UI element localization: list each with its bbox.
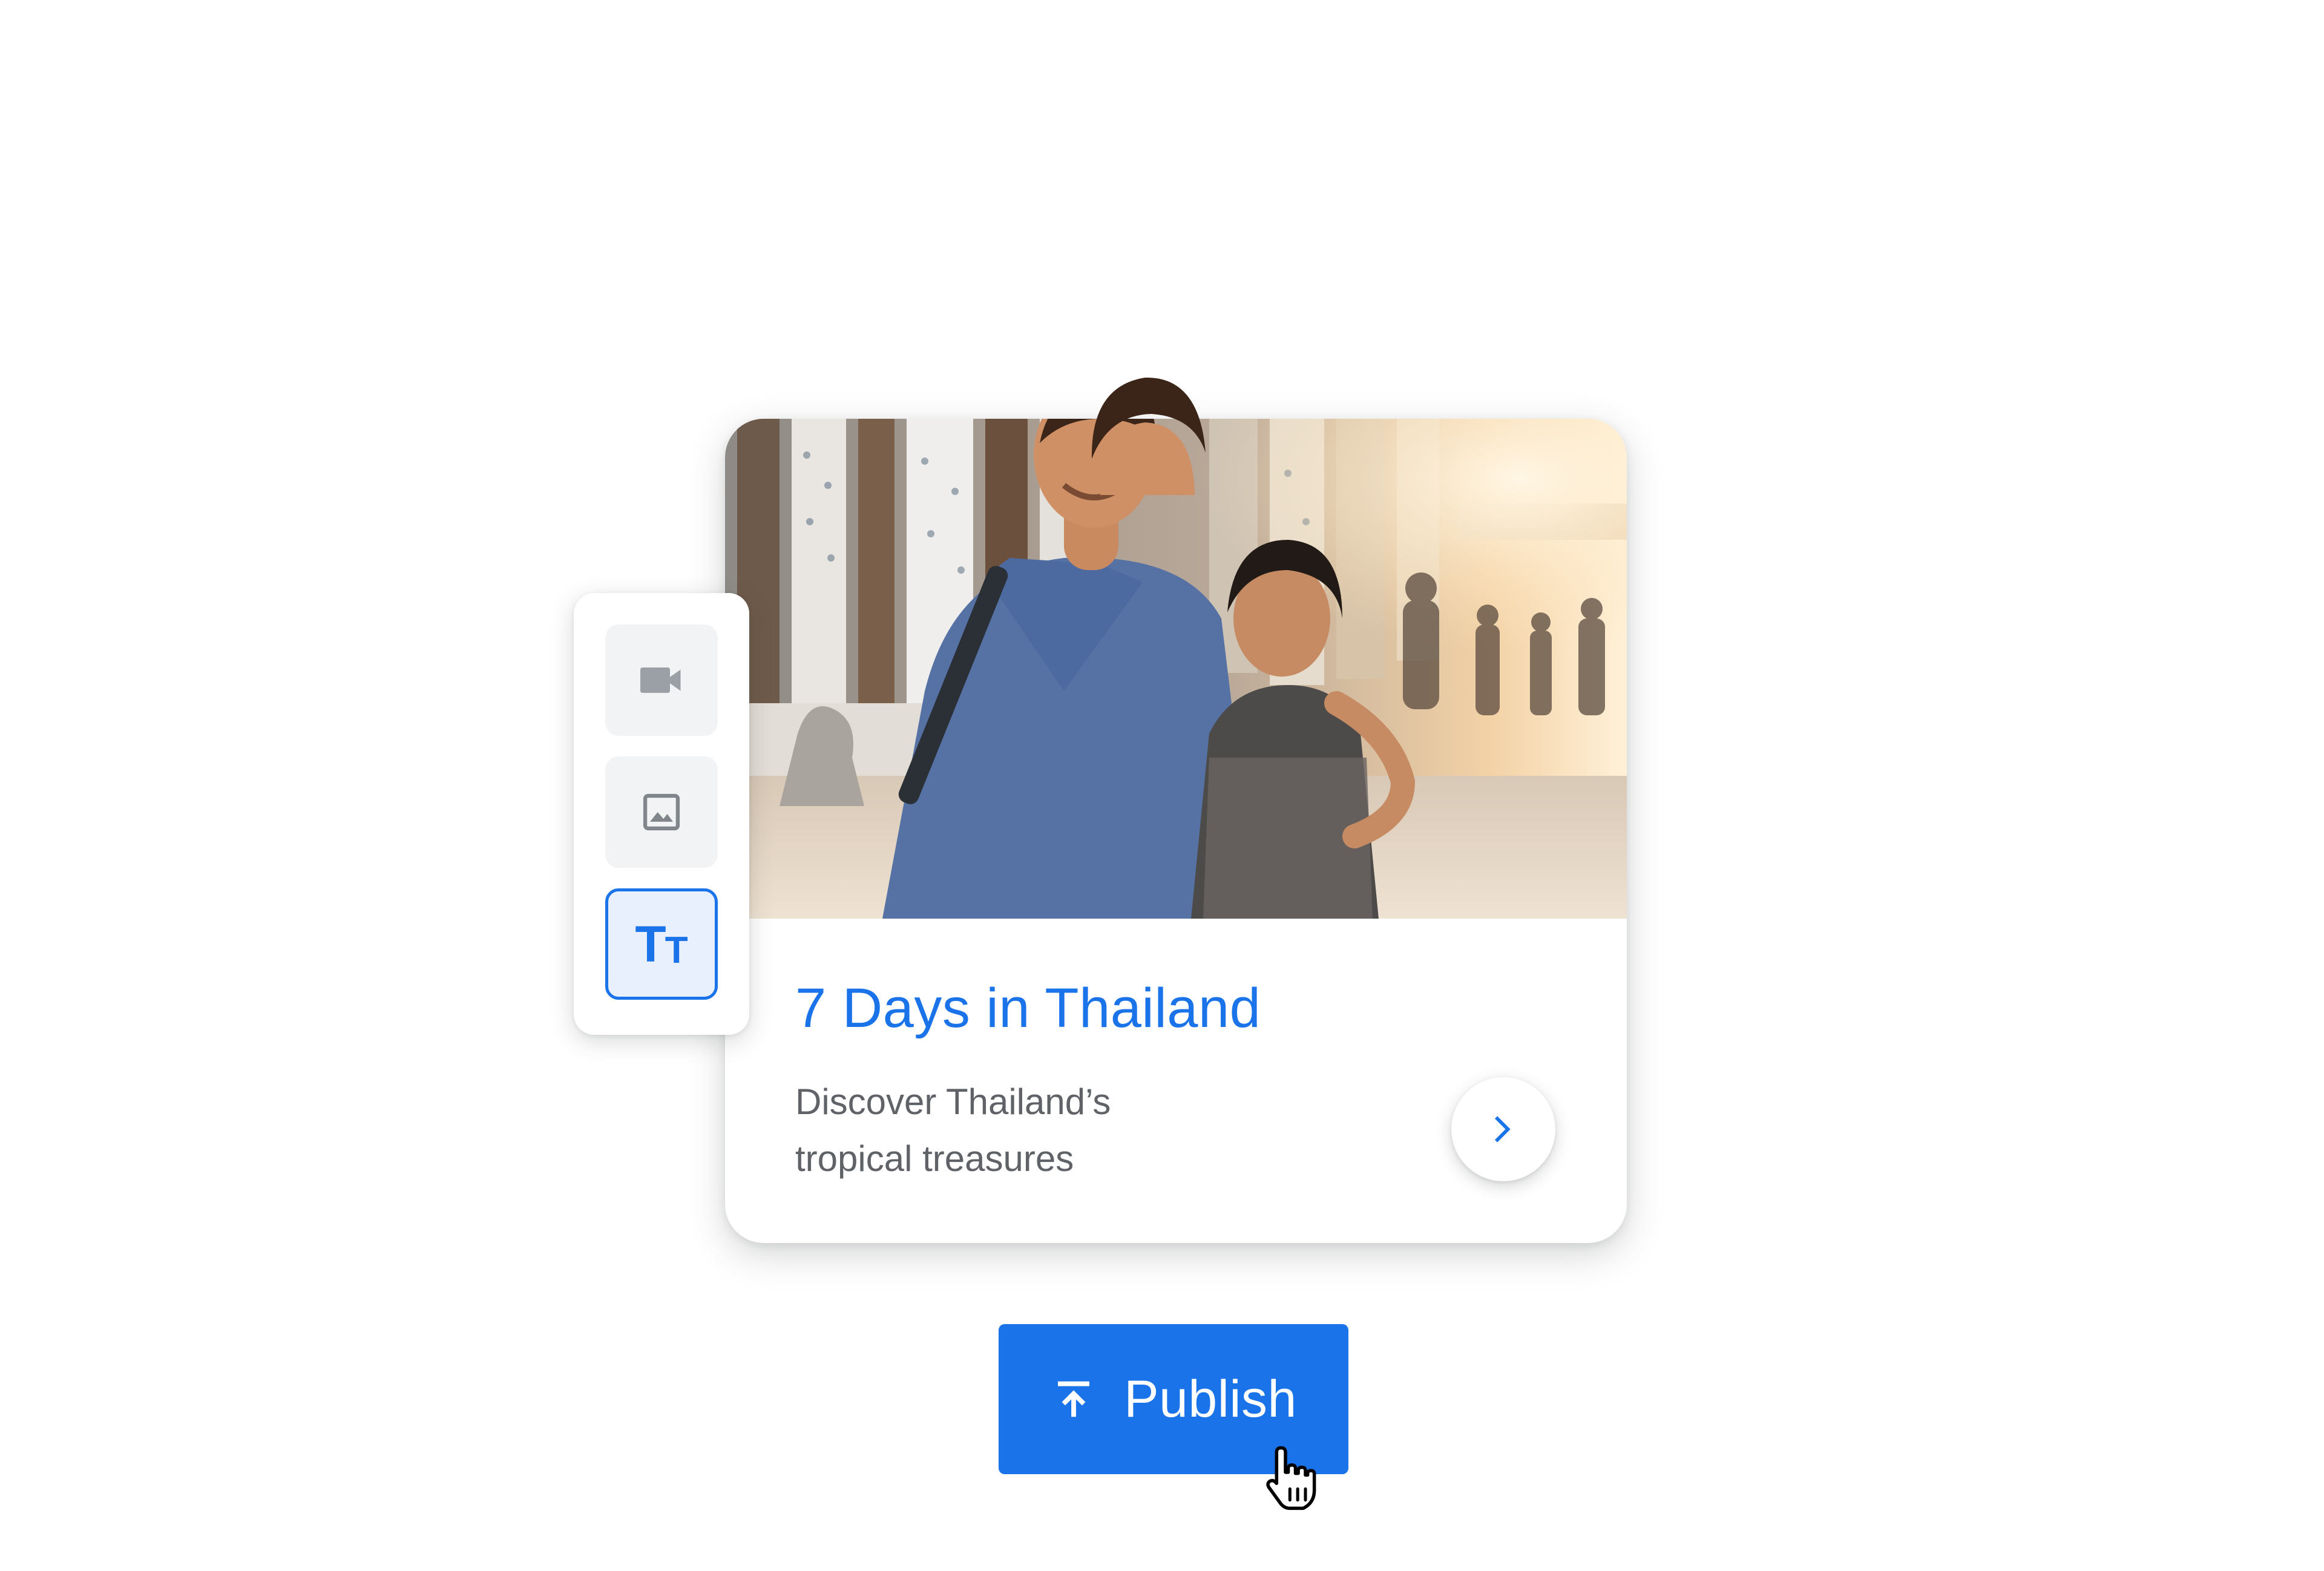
- card-description-line-2: tropical treasures: [795, 1138, 1074, 1179]
- upload-icon: [1058, 1381, 1090, 1417]
- chevron-right-icon: [1495, 1116, 1511, 1143]
- video-tool-button[interactable]: [605, 625, 718, 736]
- stage: 7 Days in Thailand Discover Thailand’s t…: [0, 0, 2324, 1571]
- text-size-icon-big: T: [635, 916, 666, 972]
- text-tool-button[interactable]: T T: [605, 888, 718, 1000]
- next-button[interactable]: [1451, 1077, 1555, 1181]
- video-camera-icon: [640, 667, 681, 693]
- hand-cursor-icon: [1266, 1446, 1316, 1510]
- card-description: Discover Thailand’s tropical treasures: [795, 1074, 1279, 1187]
- text-size-icon: T T: [635, 919, 688, 969]
- tool-palette: T T: [574, 593, 749, 1035]
- publish-label: Publish: [1124, 1369, 1297, 1428]
- story-card[interactable]: 7 Days in Thailand Discover Thailand’s t…: [725, 419, 1627, 1243]
- card-description-line-1: Discover Thailand’s: [795, 1081, 1111, 1122]
- text-size-icon-small: T: [665, 930, 688, 971]
- card-title[interactable]: 7 Days in Thailand: [795, 977, 1261, 1040]
- image-tool-button[interactable]: [605, 756, 718, 868]
- image-icon: [643, 793, 680, 831]
- photo-head-overlap: [1091, 377, 1206, 495]
